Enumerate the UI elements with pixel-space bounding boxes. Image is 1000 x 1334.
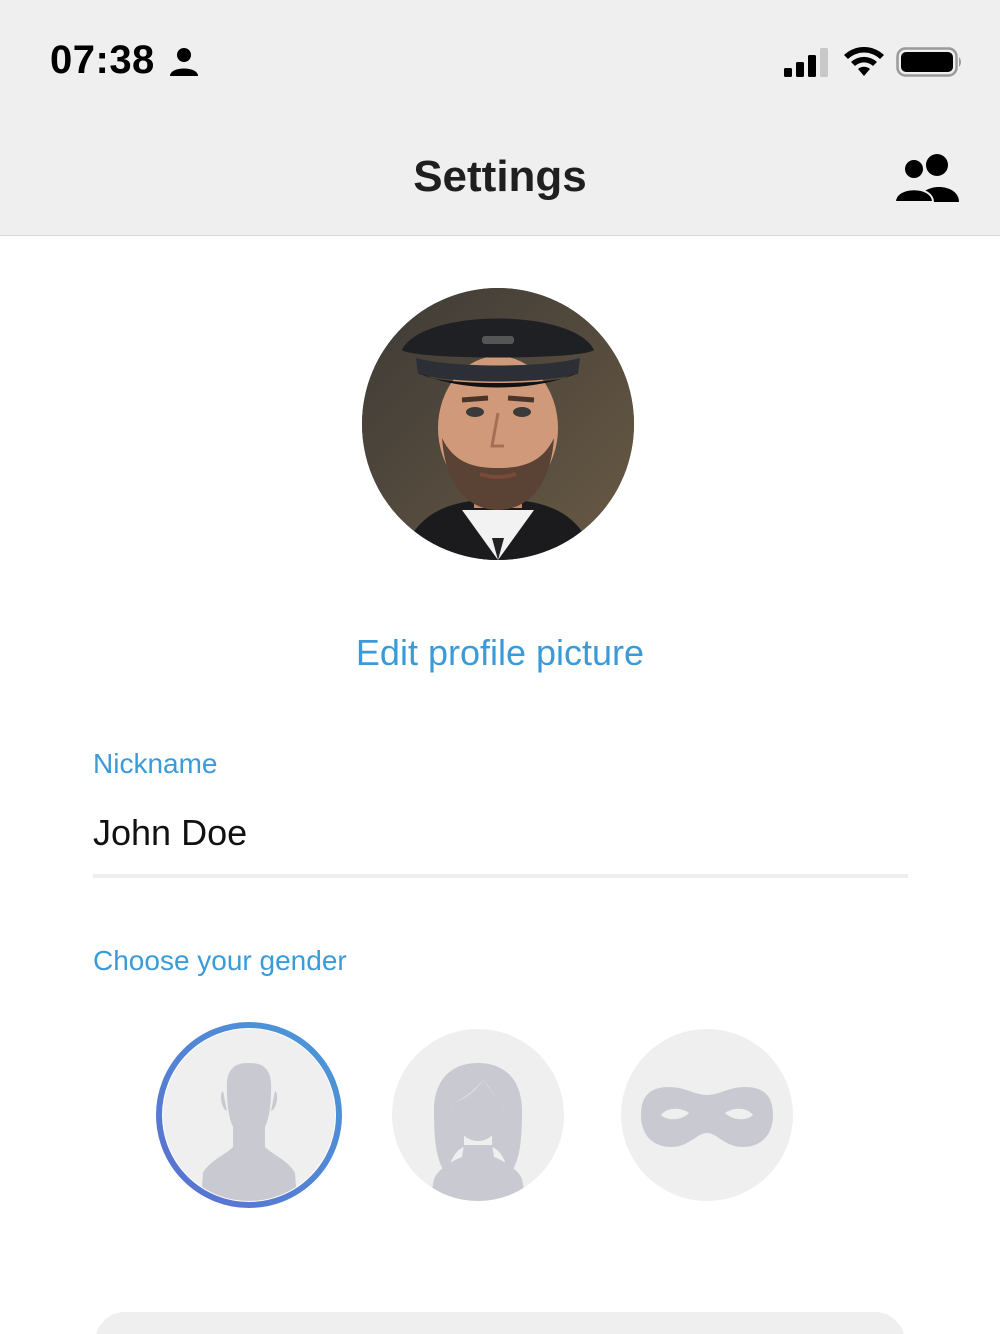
- edit-profile-picture-link[interactable]: Edit profile picture: [0, 632, 1000, 674]
- wifi-icon: [844, 47, 884, 76]
- gender-option-female[interactable]: [392, 1029, 564, 1201]
- page-title: Settings: [413, 152, 587, 201]
- nickname-label: Nickname: [93, 748, 218, 779]
- battery-icon: [896, 47, 961, 77]
- gender-option-male[interactable]: [163, 1029, 335, 1201]
- gender-label: Choose your gender: [93, 945, 347, 976]
- nickname-input[interactable]: [93, 808, 908, 858]
- avatar[interactable]: [362, 288, 634, 560]
- gender-option-anonymous[interactable]: [621, 1029, 793, 1201]
- nickname-underline: [93, 874, 908, 878]
- female-silhouette-icon: [430, 1063, 526, 1201]
- status-time: 07:38: [50, 38, 155, 82]
- bottom-card: [95, 1312, 905, 1334]
- contacts-icon[interactable]: [893, 152, 961, 204]
- male-silhouette-icon: [201, 1063, 297, 1201]
- cellular-signal-icon: [784, 48, 828, 77]
- navigation-bar: Settings: [0, 120, 1000, 236]
- profile-photo: [362, 288, 634, 560]
- person-icon: [170, 48, 198, 76]
- mask-icon: [641, 1087, 773, 1147]
- status-bar: 07:38: [0, 0, 1000, 120]
